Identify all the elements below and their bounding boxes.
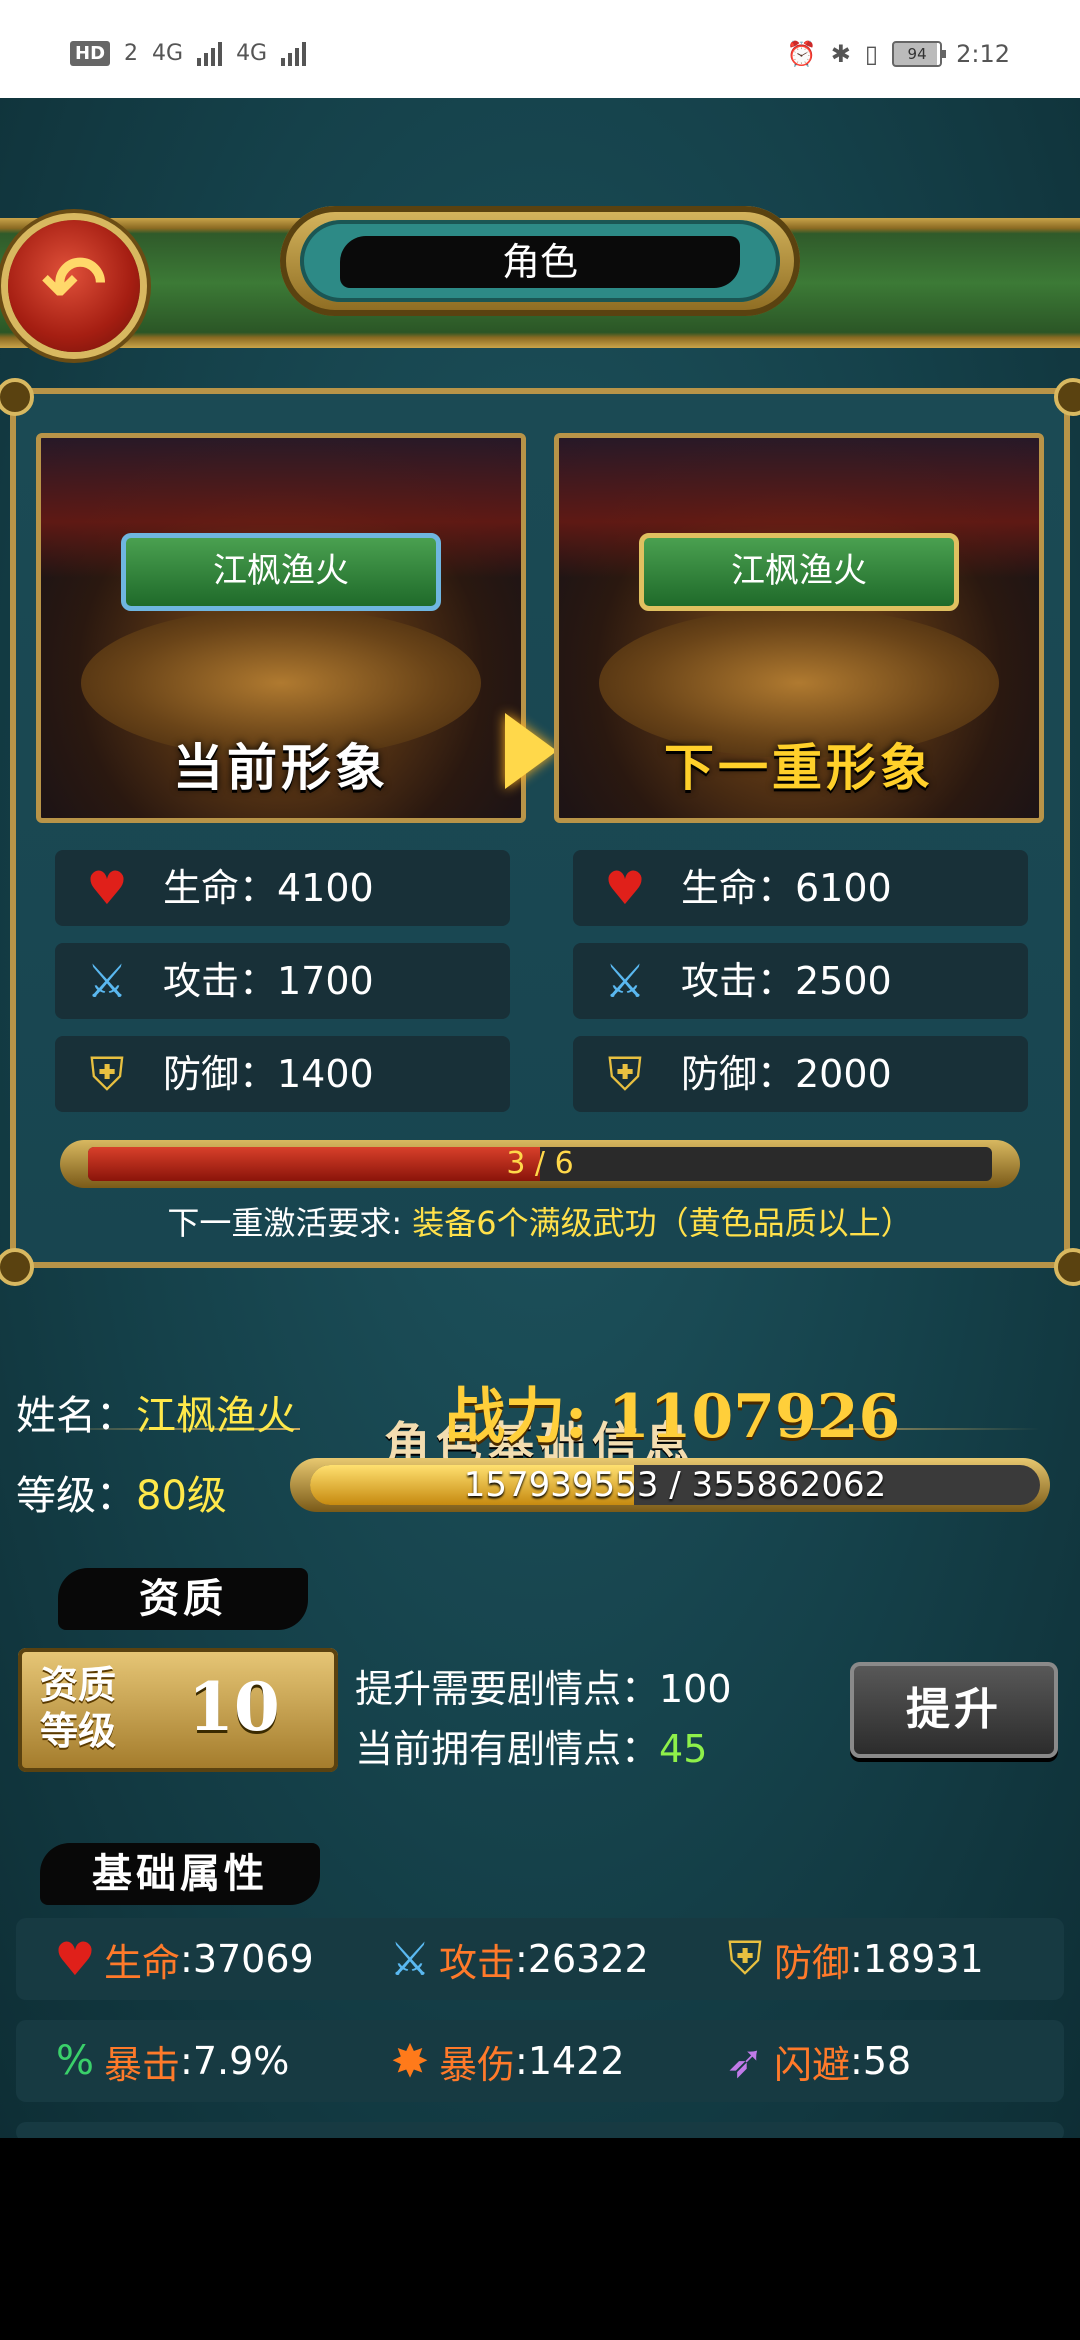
heart-icon: ♥ bbox=[604, 861, 646, 915]
stat-label: 防御：2000 bbox=[681, 1052, 892, 1096]
next-arrow-icon bbox=[505, 713, 557, 789]
current-name-plate: 江枫渔火 bbox=[121, 533, 441, 611]
upgrade-button[interactable]: 提升 bbox=[850, 1662, 1058, 1758]
status-bar: HD 2 4G 4G ⏰ ✱ ▯ 94 2:12 bbox=[0, 0, 1080, 98]
next-stat-attack: ⚔ 攻击：2500 bbox=[573, 943, 1028, 1019]
power-value: 1107926 bbox=[608, 1382, 901, 1452]
heart-icon: ♥ bbox=[54, 1932, 96, 1986]
combat-power: 战力: 1107926 bbox=[445, 1368, 900, 1455]
attr-attack: ⚔ 攻击 :26322 bbox=[381, 1918, 649, 2000]
signal-icon bbox=[281, 40, 307, 66]
aptitude-level-label: 资质等级 bbox=[40, 1662, 117, 1753]
attribute-row: ♥ 生命 :37069 ⚔ 攻击 :26322 ⛨ 防御 :18931 bbox=[16, 1918, 1064, 2000]
attr-name: 暴击 bbox=[104, 2042, 181, 2087]
next-appearance-caption: 下一重形象 bbox=[664, 738, 934, 797]
clock: 2:12 bbox=[956, 40, 1010, 68]
name-label: 姓名： bbox=[16, 1393, 136, 1439]
stat-label: 生命：4100 bbox=[163, 866, 374, 910]
back-arrow-icon: ↶ bbox=[41, 240, 107, 330]
navigation-area bbox=[0, 2138, 1080, 2340]
aptitude-owned: 当前拥有剧情点：45 bbox=[355, 1718, 707, 1773]
current-stat-hp: ♥ 生命：4100 bbox=[55, 850, 510, 926]
attr-name: 闪避 bbox=[774, 2042, 851, 2087]
dodge-icon: ➶ bbox=[725, 2034, 765, 2088]
network-type-1: 4G bbox=[152, 40, 184, 66]
attr-name: 攻击 bbox=[439, 1940, 516, 1985]
stat-label: 攻击：1700 bbox=[163, 959, 374, 1003]
burst-icon: ✸ bbox=[390, 2034, 430, 2088]
next-stat-defense: ⛨ 防御：2000 bbox=[573, 1036, 1028, 1112]
next-name-plate: 江枫渔火 bbox=[639, 533, 959, 611]
shield-icon: ⛨ bbox=[89, 1047, 125, 1101]
next-appearance-card: 江枫渔火 下一重形象 bbox=[554, 433, 1044, 823]
stat-label: 攻击：2500 bbox=[681, 959, 892, 1003]
signal-icon bbox=[197, 40, 223, 66]
attr-name: 防御 bbox=[774, 1940, 851, 1985]
current-appearance-card: 江枫渔火 当前形象 bbox=[36, 433, 526, 823]
attribute-row-partial bbox=[16, 2122, 1064, 2138]
shield-icon: ⛨ bbox=[727, 1931, 763, 1985]
aptitude-requirement: 提升需要剧情点：100 bbox=[355, 1667, 732, 1711]
attr-value: :26322 bbox=[515, 1937, 649, 1981]
owned-value: 45 bbox=[659, 1727, 708, 1771]
alarm-icon: ⏰ bbox=[786, 40, 817, 68]
attr-crit: % 暴击 :7.9% bbox=[46, 2020, 289, 2102]
panel-corner-ornament bbox=[0, 1248, 34, 1286]
requirement-prefix: 下一重激活要求: bbox=[167, 1204, 403, 1242]
base-attributes-title: 基础属性 bbox=[40, 1843, 320, 1905]
sim-indicator: 2 bbox=[124, 40, 139, 66]
game-screen: 角色 ↶ 江枫渔火 当前形象 江枫渔火 下一重形象 ♥ 生命：4100 ⚔ 攻击… bbox=[0, 98, 1080, 2138]
panel-corner-ornament bbox=[1054, 1248, 1080, 1286]
activation-progress-text: 3 / 6 bbox=[506, 1146, 574, 1181]
name-row: 姓名：江枫渔火 bbox=[16, 1383, 296, 1441]
sword-icon: ⚔ bbox=[389, 1932, 431, 1986]
battery-icon: 94 bbox=[892, 41, 947, 67]
sword-icon: ⚔ bbox=[86, 954, 128, 1008]
next-stat-hp: ♥ 生命：6100 bbox=[573, 850, 1028, 926]
attr-value: :1422 bbox=[515, 2039, 625, 2083]
page-title: 角色 bbox=[501, 240, 578, 284]
stat-label: 生命：6100 bbox=[681, 866, 892, 910]
bluetooth-icon: ✱ bbox=[830, 40, 851, 68]
hd-indicator: HD bbox=[70, 40, 111, 66]
attr-hp: ♥ 生命 :37069 bbox=[46, 1918, 314, 2000]
activation-requirement: 下一重激活要求: 装备6个满级武功（黄色品质以上） bbox=[0, 1198, 1080, 1244]
network-type-2: 4G bbox=[236, 40, 268, 66]
attr-crit-damage: ✸ 暴伤 :1422 bbox=[381, 2020, 625, 2102]
level-label: 等级： bbox=[16, 1473, 136, 1519]
back-button[interactable]: ↶ bbox=[8, 220, 140, 352]
level-value: 80级 bbox=[136, 1473, 227, 1519]
aptitude-title: 资质 bbox=[58, 1568, 308, 1630]
current-appearance-caption: 当前形象 bbox=[173, 738, 389, 797]
sword-icon: ⚔ bbox=[604, 954, 646, 1008]
vibrate-icon: ▯ bbox=[864, 40, 879, 68]
requirement-detail: 装备6个满级武功（黄色品质以上） bbox=[412, 1204, 913, 1242]
owned-label: 当前拥有剧情点： bbox=[355, 1727, 660, 1771]
attr-defense: ⛨ 防御 :18931 bbox=[716, 1918, 984, 2000]
attr-value: :7.9% bbox=[180, 2039, 290, 2083]
attr-value: :58 bbox=[850, 2039, 912, 2083]
crit-icon: % bbox=[55, 2038, 94, 2084]
xp-text: 157939553 / 355862062 bbox=[463, 1465, 887, 1505]
aptitude-level-value: 10 bbox=[188, 1668, 280, 1746]
shield-icon: ⛨ bbox=[607, 1047, 643, 1101]
attr-value: :18931 bbox=[850, 1937, 984, 1981]
current-stat-defense: ⛨ 防御：1400 bbox=[55, 1036, 510, 1112]
attr-name: 暴伤 bbox=[439, 2042, 516, 2087]
name-value: 江枫渔火 bbox=[136, 1393, 296, 1439]
attribute-row: % 暴击 :7.9% ✸ 暴伤 :1422 ➶ 闪避 :58 bbox=[16, 2020, 1064, 2102]
power-label: 战力: bbox=[445, 1382, 588, 1452]
aptitude-level-box: 资质等级 10 bbox=[18, 1648, 338, 1772]
attr-dodge: ➶ 闪避 :58 bbox=[716, 2020, 911, 2102]
heart-icon: ♥ bbox=[86, 861, 128, 915]
stat-label: 防御：1400 bbox=[163, 1052, 374, 1096]
attr-value: :37069 bbox=[180, 1937, 314, 1981]
attr-name: 生命 bbox=[104, 1940, 181, 1985]
current-stat-attack: ⚔ 攻击：1700 bbox=[55, 943, 510, 1019]
level-row: 等级：80级 bbox=[16, 1463, 227, 1521]
